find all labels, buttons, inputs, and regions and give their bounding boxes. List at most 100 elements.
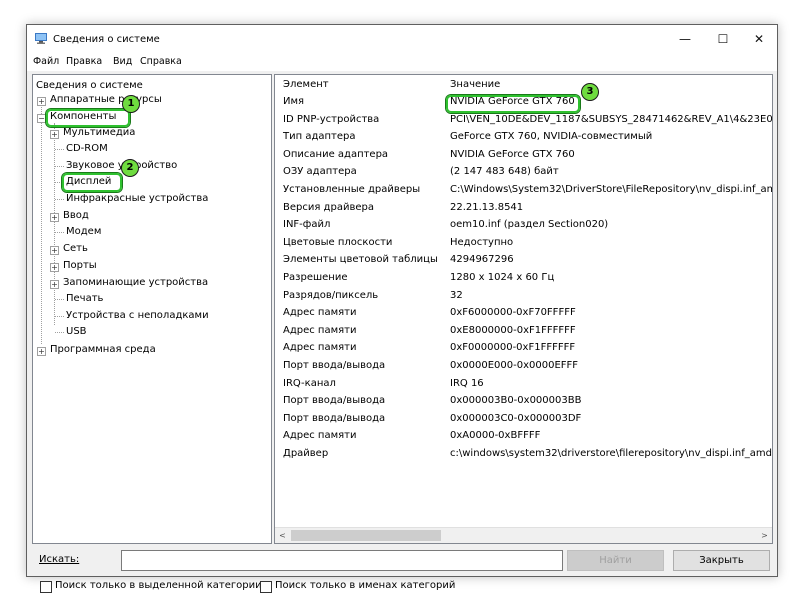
category-tree[interactable]: Сведения о системе + Аппаратные ресурсы … <box>32 74 272 544</box>
expand-multimedia-icon[interactable]: + <box>50 130 59 139</box>
table-row[interactable]: Порт ввода/вывода 0x000003C0-0x000003DF <box>275 411 772 428</box>
close-dialog-button[interactable]: Закрыть <box>673 550 770 571</box>
category-names-label[interactable]: Поиск только в именах категорий <box>275 580 455 591</box>
expand-network-icon[interactable]: + <box>50 246 59 255</box>
expand-storage-icon[interactable]: + <box>50 280 59 289</box>
tree-connector <box>55 299 64 300</box>
table-row[interactable]: Адрес памяти 0xF6000000-0xF70FFFFF <box>275 305 772 322</box>
menu-edit[interactable]: Правка <box>66 56 102 67</box>
scroll-right-icon[interactable]: > <box>757 528 772 543</box>
row-item-cell: Порт ввода/вывода <box>283 412 386 424</box>
collapse-components-icon[interactable]: − <box>37 114 46 123</box>
row-value-cell: 1280 x 1024 x 60 Гц <box>450 272 555 283</box>
table-row[interactable]: ID PNP-устройства PCI\VEN_10DE&DEV_1187&S… <box>275 112 772 129</box>
column-header-value[interactable]: Значение <box>450 79 500 90</box>
tree-item-network[interactable]: Сеть <box>63 242 88 256</box>
row-item-cell: Адрес памяти <box>283 307 357 319</box>
row-item-cell: IRQ-канал <box>283 377 336 389</box>
table-row[interactable]: Драйвер c:\windows\system32\driverstore\f… <box>275 446 772 463</box>
tree-item-display[interactable]: Дисплей <box>66 175 112 189</box>
menu-file[interactable]: Файл <box>33 56 59 67</box>
row-value-cell: 0x0000E000-0x0000EFFF <box>450 360 579 371</box>
row-value-cell: NVIDIA GeForce GTX 760 <box>450 148 575 160</box>
table-row[interactable]: Элементы цветовой таблицы 4294967296 <box>275 252 772 269</box>
table-row[interactable]: Тип адаптера GeForce GTX 760, NVIDIA-совм… <box>275 129 772 146</box>
scroll-left-icon[interactable]: < <box>275 528 290 543</box>
tree-item-components[interactable]: Компоненты <box>50 110 116 124</box>
row-value-cell: (2 147 483 648) байт <box>450 166 559 178</box>
expand-software-icon[interactable]: + <box>37 347 46 356</box>
table-row[interactable]: Адрес памяти 0xA0000-0xBFFFF <box>275 428 772 445</box>
tree-item-software-environment[interactable]: Программная среда <box>50 343 156 357</box>
menu-help[interactable]: Справка <box>140 56 182 67</box>
scrollbar-thumb[interactable] <box>291 530 441 541</box>
column-header-item[interactable]: Элемент <box>283 79 329 90</box>
row-value-cell: 0xE8000000-0xF1FFFFFF <box>450 324 576 336</box>
tree-item-usb[interactable]: USB <box>66 325 87 339</box>
search-label: Искать: <box>39 554 80 565</box>
horizontal-scrollbar[interactable]: < > <box>275 527 772 543</box>
tree-item-printing[interactable]: Печать <box>66 292 103 306</box>
title-bar[interactable]: Сведения о системе — ☐ ✕ <box>27 25 777 53</box>
table-row[interactable]: Установленные драйверы C:\Windows\System3… <box>275 182 772 199</box>
row-item-cell: Порт ввода/вывода <box>283 360 386 371</box>
tree-item-input[interactable]: Ввод <box>63 209 89 223</box>
table-row[interactable]: Цветовые плоскости Недоступно <box>275 235 772 252</box>
table-row[interactable]: Адрес памяти 0xF0000000-0xF1FFFFFF <box>275 340 772 357</box>
expand-ports-icon[interactable]: + <box>50 263 59 272</box>
row-item-cell: Адрес памяти <box>283 324 357 336</box>
row-item-cell: Тип адаптера <box>283 131 356 143</box>
table-row[interactable]: Разрядов/пиксель 32 <box>275 288 772 305</box>
tree-item-modem[interactable]: Модем <box>66 225 101 239</box>
table-row[interactable]: Порт ввода/вывода 0x0000E000-0x0000EFFF <box>275 358 772 375</box>
row-item-cell: Адрес памяти <box>283 342 357 354</box>
table-row[interactable]: Адрес памяти 0xE8000000-0xF1FFFFFF <box>275 323 772 340</box>
tree-guide-line-components <box>54 123 55 325</box>
selected-category-checkbox[interactable] <box>40 581 52 593</box>
menu-view[interactable]: Вид <box>113 56 132 67</box>
row-value-cell: 22.21.13.8541 <box>450 201 524 213</box>
expand-input-icon[interactable]: + <box>50 213 59 222</box>
find-button[interactable]: Найти <box>567 550 664 571</box>
tree-item-cd-rom[interactable]: CD-ROM <box>66 142 108 156</box>
expand-hardware-icon[interactable]: + <box>37 97 46 106</box>
tree-item-ports[interactable]: Порты <box>63 259 97 273</box>
tree-connector <box>55 149 64 150</box>
row-item-cell: Разрядов/пиксель <box>283 289 379 301</box>
menu-bar: Файл Правка Вид Справка <box>27 53 777 71</box>
row-item-cell: Имя <box>283 96 305 107</box>
row-item-cell: Цветовые плоскости <box>283 236 393 248</box>
tree-item-problem-devices[interactable]: Устройства с неполадками <box>66 309 209 323</box>
table-row[interactable]: Описание адаптера NVIDIA GeForce GTX 760 <box>275 147 772 164</box>
minimize-button[interactable]: — <box>667 25 703 53</box>
tree-item-hardware-resources[interactable]: Аппаратные ресурсы <box>50 93 162 107</box>
row-value-cell: 4294967296 <box>450 254 514 266</box>
table-row[interactable]: Порт ввода/вывода 0x000003B0-0x000003BB <box>275 393 772 410</box>
table-row[interactable]: INF-файл oem10.inf (раздел Section020) <box>275 217 772 234</box>
tree-connector <box>55 199 64 200</box>
tree-item-storage[interactable]: Запоминающие устройства <box>63 276 208 290</box>
table-row[interactable]: ОЗУ адаптера (2 147 483 648) байт <box>275 164 772 181</box>
tree-item-system-summary[interactable]: Сведения о системе <box>36 79 143 93</box>
table-row[interactable]: IRQ-канал IRQ 16 <box>275 376 772 393</box>
table-row[interactable]: Разрешение 1280 x 1024 x 60 Гц <box>275 270 772 287</box>
row-value-cell: C:\Windows\System32\DriverStore\FileRepo… <box>450 184 773 195</box>
row-item-cell: INF-файл <box>283 219 331 231</box>
close-button[interactable]: ✕ <box>741 25 777 53</box>
tree-connector <box>55 182 64 183</box>
selected-category-label[interactable]: Поиск только в выделенной категории <box>55 580 262 591</box>
row-item-cell: ID PNP-устройства <box>283 113 380 125</box>
search-input[interactable] <box>121 550 563 571</box>
table-row[interactable]: Имя NVIDIA GeForce GTX 760 <box>275 94 772 111</box>
annotation-badge-3: 3 <box>581 83 599 101</box>
details-table[interactable]: Элемент Значение Имя NVIDIA GeForce GTX 7… <box>274 74 773 544</box>
maximize-button[interactable]: ☐ <box>705 25 741 53</box>
category-names-checkbox[interactable] <box>260 581 272 593</box>
tree-item-multimedia[interactable]: Мультимедиа <box>63 126 135 140</box>
annotation-badge-1: 1 <box>122 95 140 113</box>
row-value-cell: 0xF6000000-0xF70FFFFF <box>450 307 576 319</box>
table-row[interactable]: Версия драйвера 22.21.13.8541 <box>275 200 772 217</box>
row-item-cell: ОЗУ адаптера <box>283 166 357 178</box>
tree-item-infrared[interactable]: Инфракрасные устройства <box>66 192 208 206</box>
row-value-cell: NVIDIA GeForce GTX 760 <box>450 96 575 107</box>
